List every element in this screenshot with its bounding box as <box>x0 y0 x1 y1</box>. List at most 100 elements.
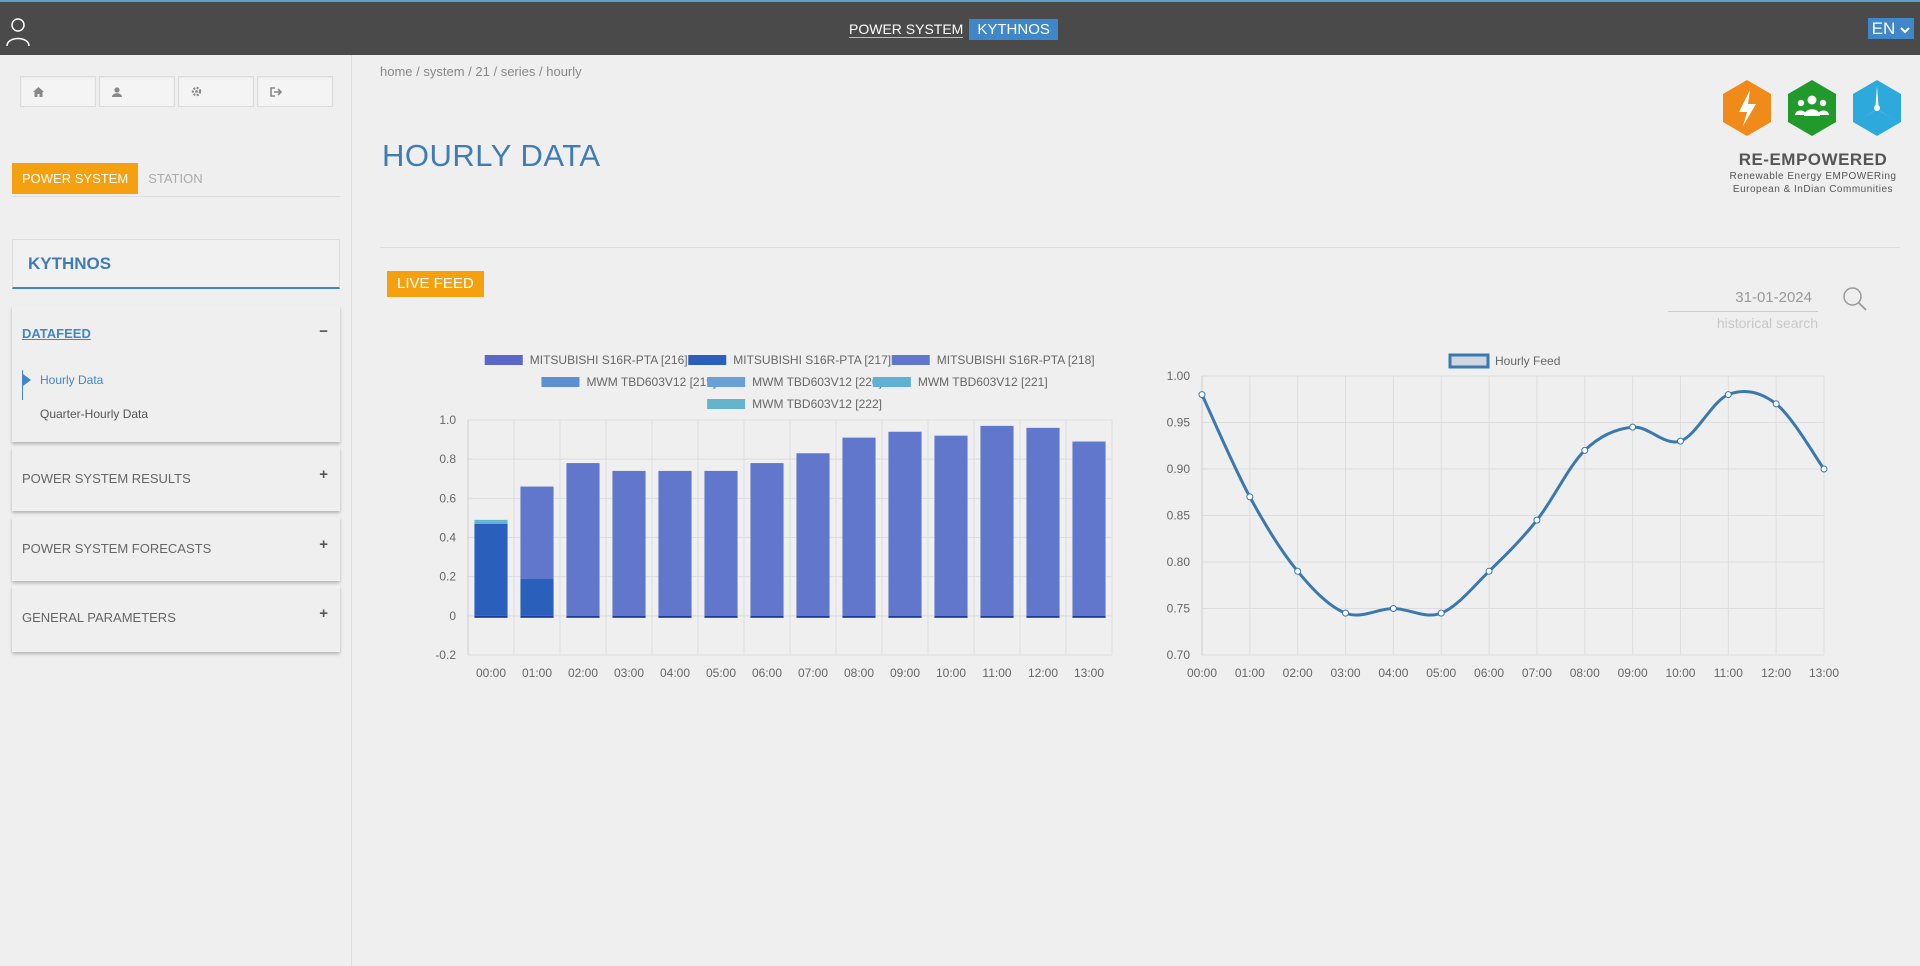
x-tick-label: 05:00 <box>1426 666 1456 680</box>
system-name-badge[interactable]: KYTHNOS <box>969 18 1058 40</box>
plus-icon: + <box>319 466 328 483</box>
bar-baseline <box>934 615 968 618</box>
legend-item: MITSUBISHI S16R-PTA [218] <box>891 353 1095 367</box>
bar-segment <box>980 425 1014 616</box>
breadcrumb-system-id[interactable]: 21 <box>475 64 489 79</box>
search-button[interactable] <box>1842 286 1868 312</box>
tab-station[interactable]: STATION <box>138 163 212 194</box>
chevron-down-icon <box>1900 27 1910 34</box>
legend-item: MITSUBISHI S16R-PTA [216] <box>484 353 688 367</box>
legend-item: MWM TBD603V12 [220] <box>707 375 882 389</box>
x-tick-label: 08:00 <box>844 666 874 680</box>
x-tick-label: 03:00 <box>614 666 644 680</box>
legend-label: MITSUBISHI S16R-PTA [216] <box>530 353 688 367</box>
bar-baseline <box>1026 615 1060 618</box>
data-point <box>1629 423 1637 431</box>
bar-segment <box>704 470 738 616</box>
top-accent-line <box>0 0 1920 8</box>
forecasts-toggle[interactable]: POWER SYSTEM FORECASTS + <box>12 517 340 557</box>
breadcrumb-system[interactable]: system <box>423 64 464 79</box>
forecasts-panel: POWER SYSTEM FORECASTS + <box>12 517 340 581</box>
x-tick-label: 10:00 <box>1665 666 1695 680</box>
bar-baseline <box>474 615 508 618</box>
results-panel: POWER SYSTEM RESULTS + <box>12 447 340 511</box>
data-point <box>1485 567 1493 575</box>
bar-segment <box>1026 427 1060 616</box>
x-tick-label: 02:00 <box>1283 666 1313 680</box>
logout-button[interactable] <box>257 76 333 107</box>
sidebar-item-quarter-hourly-data[interactable]: Quarter-Hourly Data <box>22 404 340 438</box>
breadcrumb-home[interactable]: home <box>380 64 413 79</box>
data-point <box>1533 516 1541 524</box>
breadcrumb-series[interactable]: series <box>501 64 536 79</box>
x-tick-label: 05:00 <box>706 666 736 680</box>
bar-segment <box>474 521 508 524</box>
live-feed-button[interactable]: LIVE FEED <box>387 271 484 297</box>
gear-icon <box>191 86 202 97</box>
data-point <box>1581 446 1589 454</box>
legend-swatch <box>872 377 911 387</box>
legend-item: Hourly Feed <box>1448 353 1560 369</box>
bar-segment <box>474 519 508 522</box>
legend-item: MWM TBD603V12 [219] <box>541 375 716 389</box>
bar-segment <box>520 578 554 616</box>
legend-label: MITSUBISHI S16R-PTA [218] <box>937 353 1095 367</box>
x-tick-label: 07:00 <box>1522 666 1552 680</box>
bar-baseline <box>1072 615 1106 618</box>
parameters-panel: GENERAL PARAMETERS + <box>12 586 340 652</box>
parameters-label: GENERAL PARAMETERS <box>22 610 176 625</box>
language-label: EN <box>1871 19 1896 38</box>
bar-segment <box>520 486 554 579</box>
logo-tagline-1: Renewable Energy EMPOWERing <box>1729 171 1897 182</box>
header-divider <box>380 247 1900 248</box>
x-tick-label: 12:00 <box>1028 666 1058 680</box>
legend-label: MWM TBD603V12 [220] <box>752 375 882 389</box>
minus-icon: − <box>319 323 328 340</box>
date-input[interactable] <box>1668 284 1818 312</box>
user-icon <box>112 86 122 97</box>
y-tick-label: -0.2 <box>435 648 456 662</box>
y-tick-label: 0.95 <box>1167 416 1191 430</box>
sidebar-item-hourly-data[interactable]: Hourly Data <box>22 370 340 400</box>
home-button[interactable] <box>20 76 96 107</box>
x-tick-label: 09:00 <box>1618 666 1648 680</box>
x-tick-label: 09:00 <box>890 666 920 680</box>
page-title: HOURLY DATA <box>382 138 601 173</box>
profile-button[interactable] <box>99 76 175 107</box>
bar-segment <box>612 470 646 616</box>
legend-swatch <box>891 355 930 365</box>
sidebar-tabs: POWER SYSTEM STATION <box>12 163 340 197</box>
legend-label: MWM TBD603V12 [222] <box>752 397 882 411</box>
bar-baseline <box>566 615 600 618</box>
datafeed-items: Hourly Data Quarter-Hourly Data <box>12 346 340 446</box>
x-tick-label: 13:00 <box>1074 666 1104 680</box>
bar-baseline <box>520 615 554 618</box>
legend-swatch <box>707 399 746 409</box>
caret-right-icon <box>23 374 31 386</box>
datafeed-toggle[interactable]: DATAFEED − <box>12 306 340 346</box>
brand-power-system-link[interactable]: POWER SYSTEM <box>849 21 964 38</box>
legend-label: MITSUBISHI S16R-PTA [217] <box>733 353 891 367</box>
legend-item: MITSUBISHI S16R-PTA [217] <box>688 353 891 367</box>
bar-segment <box>658 470 692 616</box>
sign-out-icon <box>270 86 282 97</box>
language-selector[interactable]: EN <box>1867 18 1914 39</box>
home-icon <box>33 86 44 97</box>
logo-tagline-2: European & InDian Communities <box>1732 184 1894 195</box>
results-toggle[interactable]: POWER SYSTEM RESULTS + <box>12 447 340 487</box>
plus-icon: + <box>319 605 328 622</box>
bar-segment <box>842 437 876 616</box>
plus-icon: + <box>319 536 328 553</box>
bar-segment <box>888 431 922 616</box>
user-menu-button[interactable] <box>6 14 30 48</box>
legend-label: MWM TBD603V12 [221] <box>918 375 1048 389</box>
bar-segment <box>934 435 968 616</box>
parameters-toggle[interactable]: GENERAL PARAMETERS + <box>12 586 340 626</box>
legend-label: MWM TBD603V12 [219] <box>586 375 716 389</box>
user-icon <box>6 18 30 47</box>
forecasts-label: POWER SYSTEM FORECASTS <box>22 541 212 556</box>
bar-baseline <box>888 615 922 618</box>
tab-power-system[interactable]: POWER SYSTEM <box>12 163 139 194</box>
settings-button[interactable] <box>178 76 254 107</box>
y-tick-label: 0.8 <box>439 452 456 466</box>
